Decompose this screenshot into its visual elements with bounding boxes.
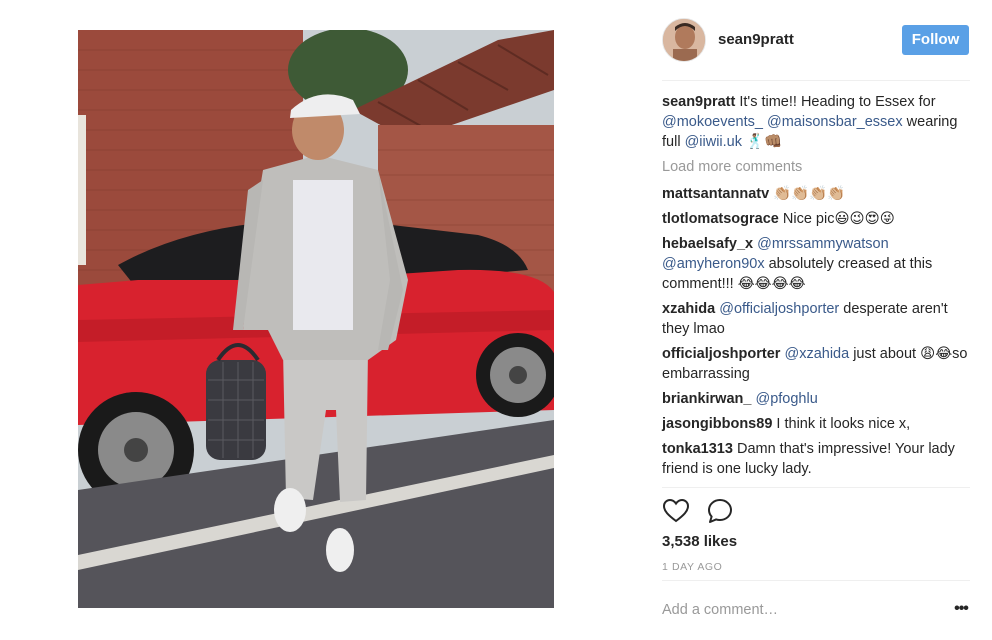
comments-list: sean9pratt It's time!! Heading to Essex … [662, 92, 970, 484]
post-timestamp[interactable]: 1 DAY AGO [662, 561, 722, 573]
comment-text: I think it looks nice x, [772, 416, 911, 432]
heart-icon[interactable] [662, 497, 690, 525]
caption-mention[interactable]: @iiwii.uk [685, 134, 742, 150]
likes-count[interactable]: 3,538 likes [662, 533, 737, 550]
comment-icon[interactable] [706, 497, 734, 525]
avatar-image [663, 19, 705, 61]
caption-username[interactable]: sean9pratt [662, 94, 735, 110]
comment-username[interactable]: jasongibbons89 [662, 416, 772, 432]
add-comment-input[interactable]: Add a comment… [662, 602, 778, 618]
comment-text: Nice pic😃😉😍😜 [778, 211, 895, 227]
comment: tonka1313 Damn that's impressive! Your l… [662, 439, 970, 479]
caption: sean9pratt It's time!! Heading to Essex … [662, 92, 970, 152]
divider [662, 580, 970, 581]
comment-text: 👏🏼👏🏼👏🏼👏🏼 [769, 186, 846, 202]
comment-mention[interactable]: @mrssammywatson [757, 236, 889, 252]
caption-mention[interactable]: @mokoevents_ [662, 114, 763, 130]
comment-mention[interactable]: @pfoghlu [755, 391, 817, 407]
comment-username[interactable]: xzahida [662, 301, 715, 317]
post-photo-illustration [78, 30, 554, 608]
caption-mention[interactable]: @maisonsbar_essex [767, 114, 903, 130]
comment: briankirwan_ @pfoghlu [662, 389, 970, 409]
post-header: sean9pratt Follow [662, 18, 970, 62]
comment-username[interactable]: briankirwan_ [662, 391, 751, 407]
comment-username[interactable]: officialjoshporter [662, 346, 780, 362]
comment-username[interactable]: tonka1313 [662, 441, 733, 457]
comment-username[interactable]: hebaelsafy_x [662, 236, 753, 252]
comment-mention[interactable]: @officialjoshporter [719, 301, 839, 317]
post-author-username[interactable]: sean9pratt [718, 31, 794, 48]
comment: mattsantannatv 👏🏼👏🏼👏🏼👏🏼 [662, 184, 970, 204]
load-more-comments-link[interactable]: Load more comments [662, 157, 970, 177]
comment-username[interactable]: tlotlomatsograce [662, 211, 779, 227]
comment-mention[interactable]: @xzahida [784, 346, 849, 362]
comment: xzahida @officialjoshporter desperate ar… [662, 299, 970, 339]
comment: hebaelsafy_x @mrssammywatson @amyheron90… [662, 234, 970, 294]
post-photo[interactable] [78, 30, 554, 608]
comment-mention[interactable]: @amyheron90x [662, 256, 765, 272]
caption-emoji: 🕺🏽👊🏽 [746, 134, 783, 150]
comment: tlotlomatsograce Nice pic😃😉😍😜 [662, 209, 970, 229]
more-options-icon[interactable]: ••• [952, 601, 970, 620]
comment: officialjoshporter @xzahida just about 😩… [662, 344, 970, 384]
divider [662, 487, 970, 488]
comment: jasongibbons89 I think it looks nice x, [662, 414, 970, 434]
follow-button[interactable]: Follow [902, 25, 969, 55]
avatar[interactable] [662, 18, 706, 62]
post-actions [662, 497, 970, 527]
divider [662, 80, 970, 81]
caption-text: It's time!! Heading to Essex for [735, 94, 936, 110]
comment-username[interactable]: mattsantannatv [662, 186, 769, 202]
post-side-panel: sean9pratt Follow sean9pratt It's time!!… [662, 0, 970, 640]
